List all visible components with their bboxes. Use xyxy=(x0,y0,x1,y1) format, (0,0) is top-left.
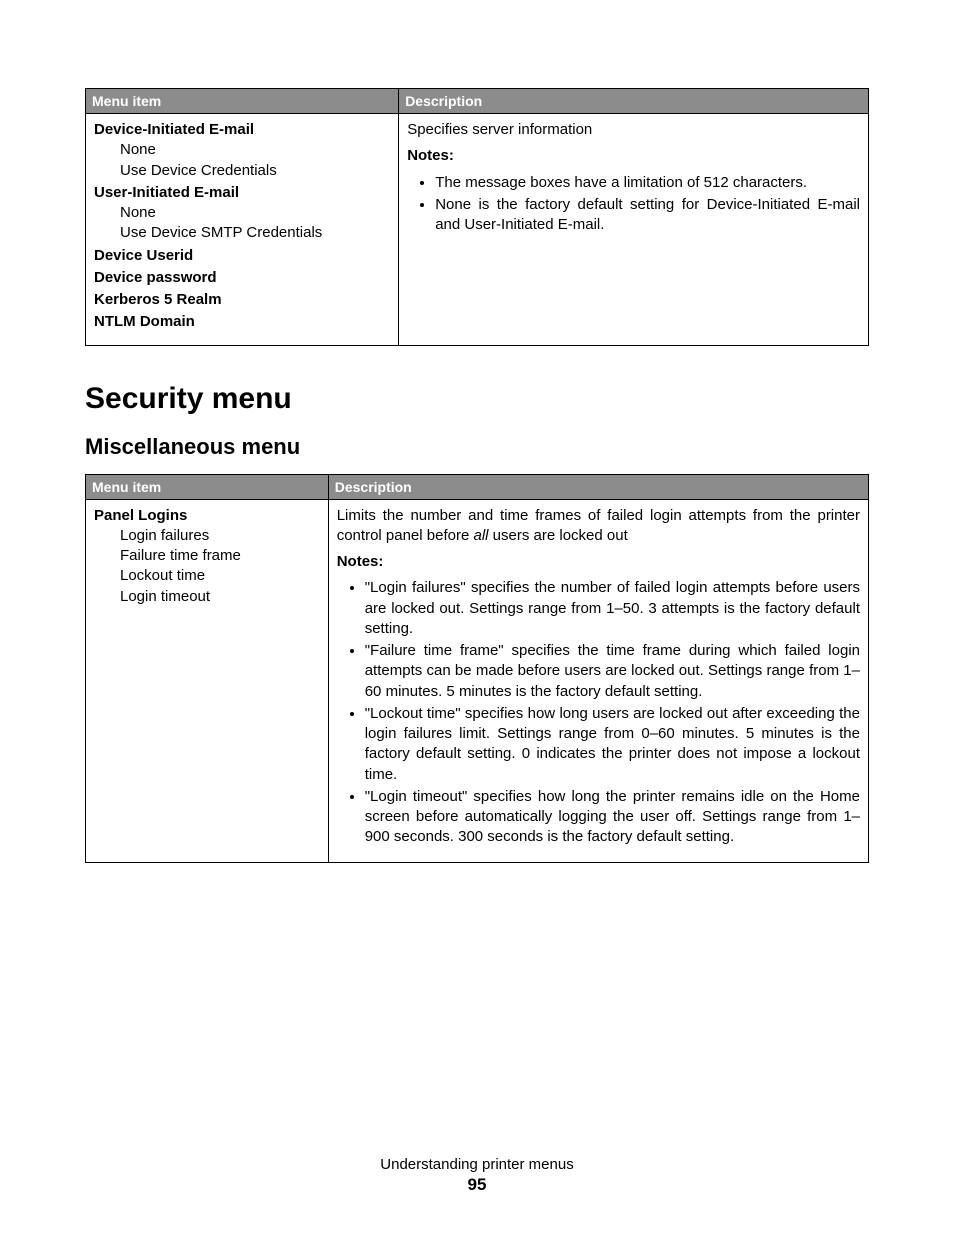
table2-header-description: Description xyxy=(328,474,868,499)
menu-option: Login timeout xyxy=(94,587,320,607)
miscellaneous-menu-heading: Miscellaneous menu xyxy=(85,434,869,460)
misc-settings-table: Menu item Description Panel Logins Login… xyxy=(85,474,869,863)
menu-bold: Device Userid xyxy=(94,246,390,266)
menu-bold: Device password xyxy=(94,268,390,288)
menu-option: None xyxy=(94,203,390,223)
menu-option: None xyxy=(94,140,390,160)
menu-bold: NTLM Domain xyxy=(94,312,390,332)
menu-bold: Kerberos 5 Realm xyxy=(94,290,390,310)
menu-option: Lockout time xyxy=(94,566,320,586)
menu-option: Use Device SMTP Credentials xyxy=(94,223,390,243)
menu-bold: Device-Initiated E-mail xyxy=(94,120,390,140)
note-item: "Login timeout" specifies how long the p… xyxy=(365,787,860,848)
table-row: Device-Initiated E-mail None Use Device … xyxy=(86,114,869,346)
table2-desc-cell: Limits the number and time frames of fai… xyxy=(328,499,868,862)
menu-option: Use Device Credentials xyxy=(94,161,390,181)
note-item: "Login failures" specifies the number of… xyxy=(365,578,860,639)
footer-title: Understanding printer menus xyxy=(0,1156,954,1173)
table1-header-description: Description xyxy=(399,89,869,114)
table1-header-menuitem: Menu item xyxy=(86,89,399,114)
table2-menu-cell: Panel Logins Login failures Failure time… xyxy=(86,499,329,862)
desc-lead: Specifies server information xyxy=(407,120,860,140)
page-footer: Understanding printer menus 95 xyxy=(0,1156,954,1195)
menu-bold: Panel Logins xyxy=(94,506,320,526)
note-item: "Failure time frame" specifies the time … xyxy=(365,641,860,702)
footer-page-number: 95 xyxy=(0,1175,954,1195)
notes-label: Notes: xyxy=(337,552,860,572)
table-row: Panel Logins Login failures Failure time… xyxy=(86,499,869,862)
table1-desc-cell: Specifies server information Notes: The … xyxy=(399,114,869,346)
desc-lead: Limits the number and time frames of fai… xyxy=(337,506,860,547)
note-item: "Lockout time" specifies how long users … xyxy=(365,704,860,785)
email-settings-table: Menu item Description Device-Initiated E… xyxy=(85,88,869,346)
notes-label: Notes: xyxy=(407,146,860,166)
note-item: None is the factory default setting for … xyxy=(435,195,860,236)
note-item: The message boxes have a limitation of 5… xyxy=(435,173,860,193)
menu-option: Login failures xyxy=(94,526,320,546)
security-menu-heading: Security menu xyxy=(85,382,869,416)
menu-bold: User-Initiated E-mail xyxy=(94,183,390,203)
table1-menu-cell: Device-Initiated E-mail None Use Device … xyxy=(86,114,399,346)
menu-option: Failure time frame xyxy=(94,546,320,566)
table2-header-menuitem: Menu item xyxy=(86,474,329,499)
